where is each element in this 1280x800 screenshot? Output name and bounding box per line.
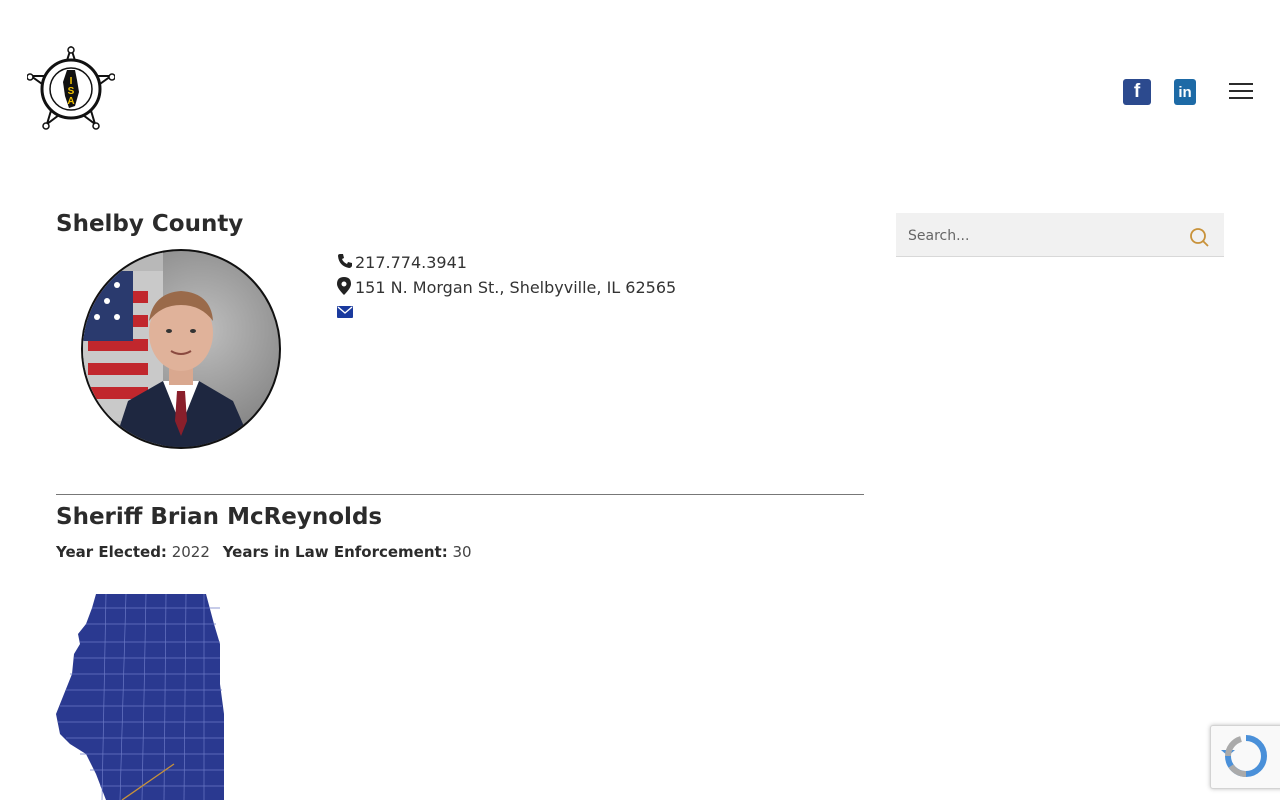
page: I S A f in Shelby County 217.774.3941 15… bbox=[0, 0, 1280, 800]
recaptcha-badge[interactable] bbox=[1210, 725, 1280, 789]
svg-text:A: A bbox=[67, 96, 74, 107]
sheriff-meta: Year Elected: 2022 Years in Law Enforcem… bbox=[56, 543, 472, 561]
linkedin-icon[interactable]: in bbox=[1174, 79, 1196, 105]
county-title: Shelby County bbox=[56, 211, 244, 237]
phone-row: 217.774.3941 bbox=[337, 250, 676, 275]
years-le-value: 30 bbox=[452, 543, 472, 561]
address-row: 151 N. Morgan St., Shelbyville, IL 62565 bbox=[337, 275, 676, 300]
isa-logo[interactable]: I S A bbox=[27, 46, 115, 130]
sheriff-name: Sheriff Brian McReynolds bbox=[56, 504, 383, 530]
year-elected-value: 2022 bbox=[171, 543, 210, 561]
address-text: 151 N. Morgan St., Shelbyville, IL 62565 bbox=[355, 278, 677, 297]
illinois-county-map bbox=[56, 593, 228, 800]
section-divider bbox=[56, 494, 864, 495]
year-elected-label: Year Elected: bbox=[56, 543, 167, 561]
search-icon[interactable] bbox=[1188, 226, 1210, 248]
menu-icon[interactable] bbox=[1229, 83, 1253, 101]
map-pin-icon bbox=[337, 276, 355, 299]
phone-link[interactable]: 217.774.3941 bbox=[355, 253, 467, 272]
phone-icon bbox=[337, 253, 355, 273]
sheriff-portrait bbox=[81, 249, 281, 449]
years-le-label: Years in Law Enforcement: bbox=[222, 543, 448, 561]
recaptcha-icon bbox=[1221, 735, 1267, 778]
search-box bbox=[896, 213, 1224, 259]
facebook-icon[interactable]: f bbox=[1123, 79, 1151, 105]
search-input[interactable] bbox=[906, 213, 1180, 259]
contact-info: 217.774.3941 151 N. Morgan St., Shelbyvi… bbox=[337, 250, 676, 322]
email-icon[interactable] bbox=[337, 303, 353, 322]
